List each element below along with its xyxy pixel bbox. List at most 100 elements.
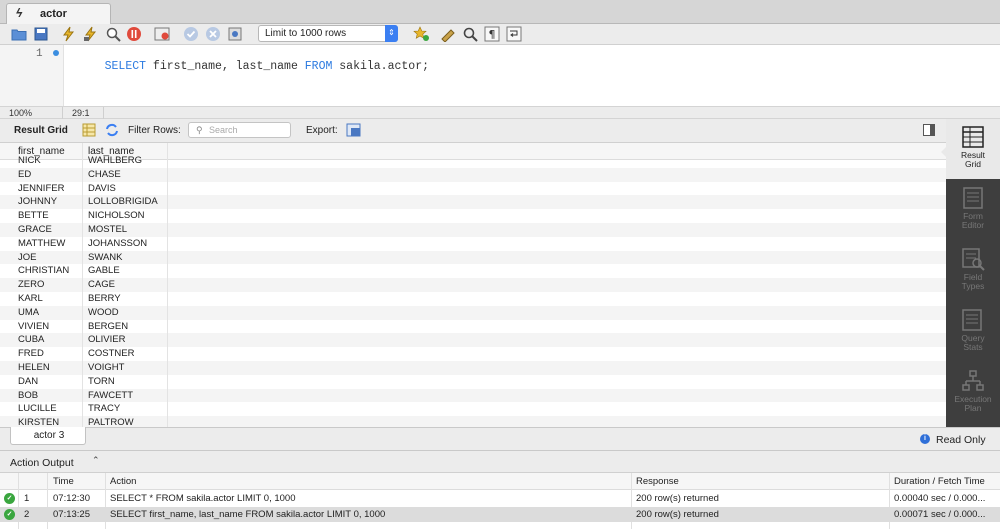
- table-row[interactable]: JOE SWANK: [0, 250, 946, 265]
- view-field-types[interactable]: Field Types: [946, 241, 1000, 301]
- explain-icon[interactable]: [105, 26, 122, 42]
- table-row[interactable]: ZERO CAGE: [0, 278, 946, 292]
- cell-first-name[interactable]: KARL: [18, 293, 43, 304]
- cell-first-name[interactable]: CUBA: [18, 334, 44, 345]
- execute-icon[interactable]: [61, 26, 78, 42]
- view-execution-plan[interactable]: Execution Plan: [946, 363, 1000, 423]
- cell-last-name[interactable]: BERRY: [88, 293, 121, 304]
- cell-first-name[interactable]: JOHNNY: [18, 196, 57, 207]
- open-folder-icon[interactable]: [11, 26, 28, 42]
- cell-first-name[interactable]: ED: [18, 169, 31, 180]
- zoom-level[interactable]: 100%: [9, 108, 32, 118]
- column-header-duration[interactable]: Duration / Fetch Time: [894, 476, 985, 487]
- table-row[interactable]: LUCILLE TRACY: [0, 402, 946, 416]
- cell-first-name[interactable]: KIRSTEN: [18, 417, 59, 427]
- table-row[interactable]: CUBA OLIVIER: [0, 333, 946, 348]
- table-row[interactable]: NICK WAHLBERG: [0, 154, 946, 168]
- cell-last-name[interactable]: GABLE: [88, 265, 120, 276]
- stop-icon[interactable]: [126, 26, 143, 42]
- view-query-stats[interactable]: Query Stats: [946, 302, 1000, 362]
- sql-editor[interactable]: 1 SELECT first_name, last_name FROM saki…: [0, 44, 1000, 107]
- chevron-updown-icon[interactable]: ⌃: [92, 455, 100, 466]
- cell-first-name[interactable]: LUCILLE: [18, 403, 57, 414]
- execute-current-icon[interactable]: [83, 26, 100, 42]
- cell-first-name[interactable]: VIVIEN: [18, 321, 49, 332]
- cell-first-name[interactable]: JOE: [18, 252, 36, 263]
- filter-rows-input[interactable]: ⚲ Search: [188, 122, 291, 138]
- cell-last-name[interactable]: PALTROW: [88, 417, 134, 427]
- cell-first-name[interactable]: BOB: [18, 390, 38, 401]
- add-snippet-icon[interactable]: [413, 26, 430, 42]
- cell-first-name[interactable]: GRACE: [18, 224, 52, 235]
- cell-last-name[interactable]: SWANK: [88, 252, 122, 263]
- cell-first-name[interactable]: ZERO: [18, 279, 44, 290]
- cell-first-name[interactable]: JENNIFER: [18, 183, 64, 194]
- cell-last-name[interactable]: VOIGHT: [88, 362, 124, 373]
- sql-statement[interactable]: SELECT first_name, last_name FROM sakila…: [77, 47, 429, 86]
- table-row[interactable]: ED CHASE: [0, 167, 946, 182]
- cell-last-name[interactable]: DAVIS: [88, 183, 116, 194]
- view-form-editor[interactable]: Form Editor: [946, 180, 1000, 240]
- table-row[interactable]: BETTE NICHOLSON: [0, 209, 946, 223]
- cell-first-name[interactable]: MATTHEW: [18, 238, 65, 249]
- column-header-action[interactable]: Action: [110, 476, 136, 487]
- commit-icon[interactable]: [183, 26, 200, 42]
- rollback-icon[interactable]: [205, 26, 222, 42]
- cell-last-name[interactable]: MOSTEL: [88, 224, 127, 235]
- column-header-response[interactable]: Response: [636, 476, 679, 487]
- view-result-grid[interactable]: Result Grid: [946, 119, 1000, 179]
- table-row[interactable]: MATTHEW JOHANSSON: [0, 237, 946, 251]
- cell-first-name[interactable]: BETTE: [18, 210, 49, 221]
- beautify-icon[interactable]: [440, 26, 457, 42]
- limit-rows-select[interactable]: Limit to 1000 rows ⇕: [258, 25, 398, 42]
- log-row[interactable]: ✓ 2 07:13:25 SELECT first_name, last_name F…: [0, 507, 1000, 522]
- cell-last-name[interactable]: TORN: [88, 376, 115, 387]
- table-row[interactable]: KIRSTEN PALTROW: [0, 416, 946, 427]
- cell-first-name[interactable]: UMA: [18, 307, 39, 318]
- cell-last-name[interactable]: OLIVIER: [88, 334, 126, 345]
- cell-last-name[interactable]: TRACY: [88, 403, 120, 414]
- wrap-lines-icon[interactable]: [506, 26, 523, 42]
- cell-last-name[interactable]: LOLLOBRIGIDA: [88, 196, 158, 207]
- table-row[interactable]: BOB FAWCETT: [0, 388, 946, 403]
- result-grid[interactable]: first_name last_name NICK WAHLBERG ED CHASE…: [0, 143, 946, 427]
- refresh-icon[interactable]: [104, 123, 120, 137]
- cell-last-name[interactable]: COSTNER: [88, 348, 134, 359]
- cell-last-name[interactable]: CAGE: [88, 279, 115, 290]
- table-row[interactable]: KARL BERRY: [0, 292, 946, 306]
- toggle-panel-icon[interactable]: [923, 124, 935, 136]
- log-row[interactable]: ✓ 1 07:12:30 SELECT * FROM sakila.actor LIM…: [0, 491, 1000, 506]
- cell-first-name[interactable]: HELEN: [18, 362, 50, 373]
- export-icon[interactable]: [346, 123, 362, 137]
- table-row[interactable]: FRED COSTNER: [0, 347, 946, 361]
- table-row[interactable]: VIVIEN BERGEN: [0, 320, 946, 334]
- cell-first-name[interactable]: NICK: [18, 155, 41, 166]
- column-header-time[interactable]: Time: [53, 476, 74, 487]
- cell-last-name[interactable]: WAHLBERG: [88, 155, 142, 166]
- cell-first-name[interactable]: CHRISTIAN: [18, 265, 69, 276]
- result-tab-actor-3[interactable]: actor 3: [10, 427, 86, 445]
- table-row[interactable]: HELEN VOIGHT: [0, 361, 946, 375]
- cell-last-name[interactable]: FAWCETT: [88, 390, 133, 401]
- table-row[interactable]: DAN TORN: [0, 375, 946, 389]
- tab-actor[interactable]: ϟ actor: [6, 3, 111, 24]
- search-icon: ⚲: [196, 125, 203, 135]
- toggle-error-icon[interactable]: [154, 26, 171, 42]
- cell-last-name[interactable]: CHASE: [88, 169, 121, 180]
- table-row[interactable]: JENNIFER DAVIS: [0, 182, 946, 196]
- cell-last-name[interactable]: JOHANSSON: [88, 238, 147, 249]
- find-icon[interactable]: [462, 26, 479, 42]
- table-row[interactable]: JOHNNY LOLLOBRIGIDA: [0, 195, 946, 210]
- grid-view-icon[interactable]: [82, 123, 96, 137]
- cell-last-name[interactable]: WOOD: [88, 307, 119, 318]
- invisible-chars-icon[interactable]: ¶: [484, 26, 501, 42]
- save-icon[interactable]: [33, 26, 50, 42]
- cell-last-name[interactable]: NICHOLSON: [88, 210, 144, 221]
- table-row[interactable]: GRACE MOSTEL: [0, 223, 946, 237]
- cell-first-name[interactable]: DAN: [18, 376, 38, 387]
- table-row[interactable]: UMA WOOD: [0, 305, 946, 320]
- cell-first-name[interactable]: FRED: [18, 348, 44, 359]
- cell-last-name[interactable]: BERGEN: [88, 321, 128, 332]
- autocommit-icon[interactable]: [227, 26, 244, 42]
- table-row[interactable]: CHRISTIAN GABLE: [0, 264, 946, 278]
